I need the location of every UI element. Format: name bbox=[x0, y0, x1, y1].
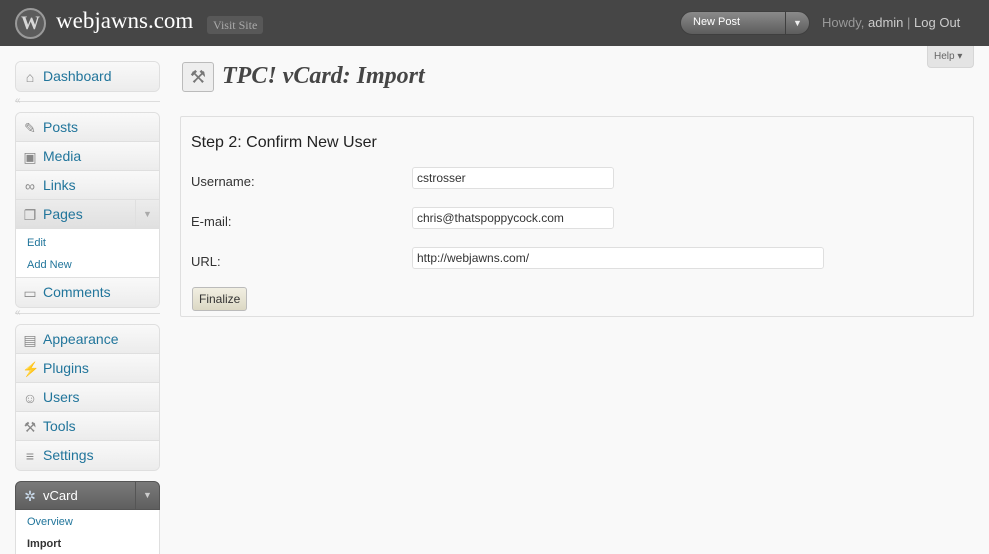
howdy-label: Howdy, bbox=[822, 15, 868, 30]
howdy-text: Howdy, admin | Log Out bbox=[822, 15, 960, 30]
site-title[interactable]: webjawns.com bbox=[56, 8, 193, 34]
sidebar-item-label[interactable]: Plugins bbox=[43, 360, 89, 376]
sidebar-item-label[interactable]: vCard bbox=[43, 488, 78, 503]
pages-submenu: Edit Add New bbox=[16, 229, 159, 278]
sidebar-item-pages[interactable]: ❐ Pages ▼ bbox=[16, 200, 159, 229]
sidebar-item-users[interactable]: ☺ Users bbox=[16, 383, 159, 412]
menu-group-content: ✎ Posts ▣ Media ∞ Links ❐ Pages ▼ Edit A… bbox=[15, 112, 160, 308]
import-form-panel: Step 2: Confirm New User Username: E-mai… bbox=[180, 116, 974, 317]
tools-page-icon: ⚒ bbox=[182, 62, 214, 92]
menu-separator: « bbox=[15, 307, 160, 318]
submenu-item-overview[interactable]: Overview bbox=[16, 511, 159, 533]
users-icon: ☺ bbox=[22, 390, 38, 406]
sidebar-item-label[interactable]: Media bbox=[43, 148, 81, 164]
sidebar-item-label[interactable]: Dashboard bbox=[43, 68, 112, 84]
pages-icon: ❐ bbox=[23, 207, 37, 223]
tools-icon: ⚒ bbox=[23, 419, 37, 435]
new-post-button[interactable]: New Post ▼ bbox=[680, 11, 810, 35]
chevron-down-icon[interactable]: ▼ bbox=[785, 12, 809, 34]
help-tab[interactable]: Help ▾ bbox=[927, 46, 974, 68]
chevron-down-icon[interactable]: ▼ bbox=[135, 200, 159, 229]
sliders-icon: ≡ bbox=[25, 448, 35, 464]
sidebar-item-tools[interactable]: ⚒ Tools bbox=[16, 412, 159, 441]
new-post-label[interactable]: New Post bbox=[693, 16, 740, 28]
sidebar-item-media[interactable]: ▣ Media bbox=[16, 142, 159, 171]
submenu-item-edit[interactable]: Edit bbox=[16, 232, 159, 254]
sidebar-item-links[interactable]: ∞ Links bbox=[16, 171, 159, 200]
email-field[interactable] bbox=[412, 207, 614, 229]
finalize-button[interactable]: Finalize bbox=[192, 287, 248, 311]
submenu-item-import[interactable]: Import bbox=[16, 533, 159, 554]
pushpin-icon: ✎ bbox=[24, 120, 36, 136]
collapse-arrow-icon[interactable]: « bbox=[15, 307, 21, 318]
admin-header: W webjawns.com Visit Site New Post ▼ How… bbox=[0, 0, 989, 46]
sidebar-item-label[interactable]: Settings bbox=[43, 447, 94, 463]
menu-group-vcard: ✲ vCard ▼ Overview Import bbox=[15, 481, 160, 554]
chevron-down-icon[interactable]: ▼ bbox=[135, 482, 159, 509]
sidebar-item-posts[interactable]: ✎ Posts bbox=[16, 113, 159, 142]
visit-site-button[interactable]: Visit Site bbox=[207, 16, 264, 34]
sidebar-item-label[interactable]: Tools bbox=[43, 418, 76, 434]
submenu-item-add-new[interactable]: Add New bbox=[16, 254, 159, 276]
camera-icon: ▣ bbox=[23, 149, 37, 165]
help-label[interactable]: Help bbox=[934, 51, 955, 62]
sidebar-item-plugins[interactable]: ⚡ Plugins bbox=[16, 354, 159, 383]
email-label: E-mail: bbox=[191, 214, 232, 229]
url-label: URL: bbox=[191, 254, 221, 269]
sidebar-item-appearance[interactable]: ▤ Appearance bbox=[16, 325, 159, 354]
sidebar-item-label[interactable]: Appearance bbox=[43, 331, 119, 347]
menu-group-dashboard: ⌂ Dashboard bbox=[15, 61, 160, 92]
sidebar-item-label[interactable]: Posts bbox=[43, 119, 78, 135]
sidebar-item-vcard[interactable]: ✲ vCard ▼ bbox=[15, 481, 160, 510]
page-title: TPC! vCard: Import bbox=[222, 63, 425, 89]
logout-link[interactable]: Log Out bbox=[914, 15, 960, 30]
collapse-arrow-icon[interactable]: « bbox=[15, 95, 21, 106]
sidebar-item-label[interactable]: Users bbox=[43, 389, 80, 405]
username-link[interactable]: admin bbox=[868, 15, 903, 30]
step-title: Step 2: Confirm New User bbox=[191, 134, 377, 151]
menu-separator: « bbox=[15, 95, 160, 106]
username-field[interactable] bbox=[412, 167, 614, 189]
sidebar-item-label[interactable]: Pages bbox=[43, 206, 83, 222]
speech-bubble-icon: ▭ bbox=[23, 285, 37, 301]
gear-icon: ✲ bbox=[24, 488, 36, 504]
separator: | bbox=[903, 15, 915, 30]
sidebar-item-settings[interactable]: ≡ Settings bbox=[16, 441, 159, 470]
sidebar-item-label[interactable]: Comments bbox=[43, 284, 111, 300]
chain-link-icon: ∞ bbox=[25, 178, 35, 194]
house-icon: ⌂ bbox=[25, 69, 35, 85]
sidebar-item-dashboard[interactable]: ⌂ Dashboard bbox=[16, 62, 159, 91]
layout-icon: ▤ bbox=[23, 332, 37, 348]
sidebar-item-label[interactable]: Links bbox=[43, 177, 76, 193]
plug-icon: ⚡ bbox=[22, 361, 40, 377]
url-field[interactable] bbox=[412, 247, 824, 269]
menu-group-admin: ▤ Appearance ⚡ Plugins ☺ Users ⚒ Tools ≡… bbox=[15, 324, 160, 471]
username-label: Username: bbox=[191, 174, 255, 189]
wordpress-logo-icon: W bbox=[15, 8, 46, 39]
sidebar-item-comments[interactable]: ▭ Comments bbox=[16, 278, 159, 307]
vcard-submenu: Overview Import bbox=[15, 510, 160, 554]
